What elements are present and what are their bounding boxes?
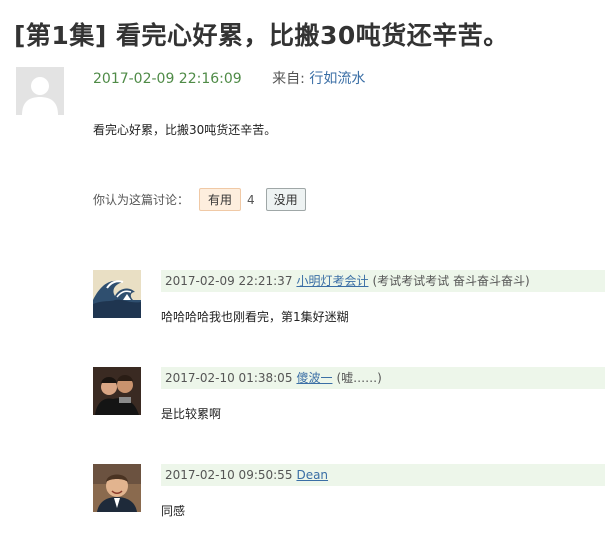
default-avatar-icon[interactable]: [16, 67, 64, 115]
reply-header: 2017-02-10 01:38:05 傻波一 (嘘……): [161, 367, 605, 389]
useful-button[interactable]: 有用: [199, 188, 242, 211]
reply-user-link[interactable]: 小明灯考会计: [296, 274, 368, 288]
post-body: 看完心好累，比搬30吨货还辛苦。: [93, 123, 277, 137]
post-meta: 2017-02-09 22:16:09 来自: 行如流水: [93, 68, 365, 88]
topic-title: [第1集] 看完心好累，比搬30吨货还辛苦。: [14, 21, 509, 50]
reply-signature: (考试考试考试 奋斗奋斗奋斗): [372, 274, 530, 288]
reply-time: 2017-02-09 22:21:37: [165, 274, 293, 288]
reply-text: 是比较累啊: [161, 407, 222, 421]
reply-user-link[interactable]: Dean: [296, 468, 328, 482]
vote-bar: 你认为这篇讨论： 有用 4 没用: [93, 188, 306, 211]
reply-item: 2017-02-10 01:38:05 傻波一 (嘘……) 是比较累啊: [93, 367, 605, 457]
post-time: 2017-02-09 22:16:09: [93, 71, 242, 87]
person-photo-avatar-icon[interactable]: [93, 464, 141, 512]
reply-text: 同感: [161, 504, 186, 518]
reply-time: 2017-02-10 01:38:05: [165, 371, 293, 385]
reply-text: 哈哈哈哈我也刚看完，第1集好迷糊: [161, 310, 349, 324]
useful-count: 4: [247, 192, 255, 207]
reply-item: 2017-02-10 09:50:55 Dean 同感: [93, 464, 605, 554]
group-photo-avatar-icon[interactable]: [93, 367, 141, 415]
author-link[interactable]: 行如流水: [309, 71, 365, 87]
reply-signature: (嘘……): [336, 371, 382, 385]
source-label: 来自:: [272, 71, 305, 87]
reply-user-link[interactable]: 傻波一: [296, 371, 332, 385]
reply-header: 2017-02-09 22:21:37 小明灯考会计 (考试考试考试 奋斗奋斗奋斗): [161, 270, 605, 292]
reply-time: 2017-02-10 09:50:55: [165, 468, 293, 482]
reply-item: 2017-02-09 22:21:37 小明灯考会计 (考试考试考试 奋斗奋斗奋斗)…: [93, 270, 605, 360]
wave-painting-avatar-icon[interactable]: [93, 270, 141, 318]
vote-prompt: 你认为这篇讨论：: [93, 193, 190, 207]
reply-header: 2017-02-10 09:50:55 Dean: [161, 464, 605, 486]
useless-button[interactable]: 没用: [265, 188, 306, 211]
